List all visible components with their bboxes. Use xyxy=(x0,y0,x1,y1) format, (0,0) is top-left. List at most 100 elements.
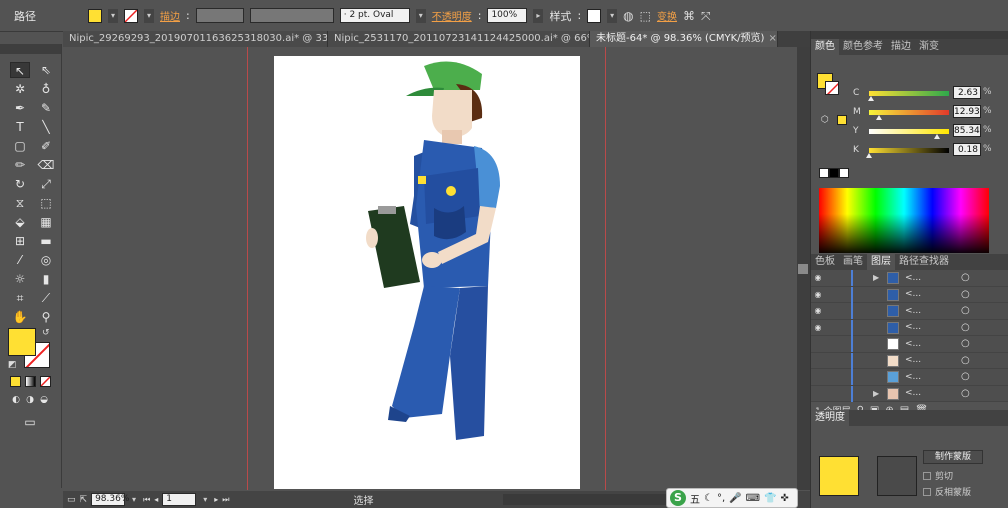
status-mode-label[interactable]: 选择 xyxy=(354,492,374,507)
layer-name[interactable]: <... xyxy=(905,289,921,299)
slider-handle-icon[interactable] xyxy=(868,96,875,101)
target-circle-icon[interactable]: ○ xyxy=(961,305,970,316)
tab-color[interactable]: 颜色 xyxy=(811,39,839,55)
tab-document-1[interactable]: Nipic_29269293_20190701163625318030.ai* … xyxy=(63,31,328,47)
keyboard-icon[interactable]: ⌨ xyxy=(746,493,760,504)
rectangle-tool-icon[interactable]: ▢ xyxy=(10,138,30,154)
layer-row[interactable]: <... ○ xyxy=(811,369,1008,386)
layer-row[interactable]: ◉ <... ○ xyxy=(811,319,1008,336)
clip-checkbox[interactable] xyxy=(923,472,931,480)
layer-name[interactable]: <... xyxy=(905,322,921,332)
toolbox-header[interactable] xyxy=(0,44,61,54)
layer-row[interactable]: ▶ <... ○ xyxy=(811,385,1008,402)
layer-name[interactable]: <... xyxy=(905,273,921,283)
width-tool-icon[interactable]: ⧖ xyxy=(10,195,30,211)
opacity-field[interactable]: 100% xyxy=(487,8,528,23)
fill-dropdown[interactable]: ▾ xyxy=(108,8,118,23)
tab-stroke[interactable]: 描边 xyxy=(887,39,915,55)
vertical-scroll-thumb[interactable] xyxy=(798,264,808,274)
layer-name[interactable]: <... xyxy=(905,306,921,316)
curvature-tool-icon[interactable]: ✎ xyxy=(36,100,56,116)
tab-layers[interactable]: 图层 xyxy=(867,254,895,270)
layer-name[interactable]: <... xyxy=(905,339,921,349)
free-transform-tool-icon[interactable]: ⬚ xyxy=(36,195,56,211)
visibility-eye-icon[interactable]: ◉ xyxy=(811,323,825,332)
color-spectrum[interactable] xyxy=(819,188,989,253)
ime-mode-label[interactable]: 五 xyxy=(690,491,700,506)
moon-icon[interactable]: ☾ xyxy=(704,493,713,504)
tools-icon[interactable]: ✜ xyxy=(781,493,789,504)
target-circle-icon[interactable]: ○ xyxy=(961,388,970,399)
mic-icon[interactable]: 🎤 xyxy=(729,493,741,504)
stroke-swatch[interactable] xyxy=(124,8,138,23)
default-colors-icon[interactable]: ◩ xyxy=(8,360,17,370)
none-mode-icon[interactable] xyxy=(40,376,51,387)
tab-document-active[interactable]: 未标题-64* @ 98.36% (CMYK/预览) × xyxy=(590,31,778,47)
target-circle-icon[interactable]: ○ xyxy=(961,322,970,333)
scale-tool-icon[interactable]: ⤢ xyxy=(36,176,56,192)
variable-width-field[interactable] xyxy=(249,8,334,23)
stroke-label[interactable]: 描边 xyxy=(160,8,180,23)
type-tool-icon[interactable]: T xyxy=(10,119,30,135)
channel-value-field[interactable]: 0.18 xyxy=(953,143,981,156)
perspective-grid-tool-icon[interactable]: ▦ xyxy=(36,214,56,230)
vertical-scrollbar[interactable] xyxy=(797,47,810,490)
hand-tool-icon[interactable]: ✋ xyxy=(10,309,30,325)
tab-swatches[interactable]: 色板 xyxy=(811,254,839,270)
none-color-icon[interactable] xyxy=(819,168,829,178)
target-circle-icon[interactable]: ○ xyxy=(961,371,970,382)
blend-tool-icon[interactable]: ◎ xyxy=(36,252,56,268)
eyedropper-tool-icon[interactable]: ⁄ xyxy=(10,252,30,268)
expand-arrow-icon[interactable]: ▶ xyxy=(873,273,879,282)
tab-pathfinder[interactable]: 路径查找器 xyxy=(895,254,953,270)
channel-value-field[interactable]: 85.34 xyxy=(953,124,981,137)
draw-normal-icon[interactable]: ◐ xyxy=(10,394,22,406)
last-page-icon[interactable]: ⏭ xyxy=(222,493,229,507)
zoom-dropdown[interactable]: ▾ xyxy=(129,493,140,506)
share-icon[interactable]: ⇱ xyxy=(80,493,88,507)
swap-icon[interactable]: ↺ xyxy=(42,328,50,338)
tab-document-2[interactable]: Nipic_2531170_20110723141124425000.ai* @… xyxy=(328,31,590,47)
stroke-dropdown[interactable]: ▾ xyxy=(144,8,154,23)
screen-mode-icon[interactable]: ▭ xyxy=(20,414,40,430)
zoom-tool-icon[interactable]: ⚲ xyxy=(36,309,56,325)
selection-tool-icon[interactable]: ↖ xyxy=(10,62,30,78)
artboard-tool-icon[interactable]: ⌗ xyxy=(10,290,30,306)
channel-value-field[interactable]: 12.93 xyxy=(953,105,981,118)
recolor-icon[interactable]: ◍ xyxy=(623,9,633,23)
isolate-icon[interactable]: ⌘ xyxy=(683,9,695,23)
tab-color-guide[interactable]: 颜色参考 xyxy=(839,39,887,55)
expand-arrow-icon[interactable]: ▶ xyxy=(873,389,879,398)
target-circle-icon[interactable]: ○ xyxy=(961,272,970,283)
symbol-sprayer-tool-icon[interactable]: ☼ xyxy=(10,271,30,287)
pencil-tool-icon[interactable]: ✏ xyxy=(10,157,30,173)
visibility-eye-icon[interactable]: ◉ xyxy=(811,273,825,282)
transform-label[interactable]: 变换 xyxy=(657,8,677,23)
slice-tool-icon[interactable]: ⟋ xyxy=(36,290,56,306)
draw-inside-icon[interactable]: ◒ xyxy=(38,394,50,406)
pen-tool-icon[interactable]: ✒ xyxy=(10,100,30,116)
draw-behind-icon[interactable]: ◑ xyxy=(24,394,36,406)
column-graph-tool-icon[interactable]: ▮ xyxy=(36,271,56,287)
style-dropdown[interactable]: ▾ xyxy=(607,8,618,23)
lasso-tool-icon[interactable]: ♁ xyxy=(36,81,56,97)
paintbrush-tool-icon[interactable]: ✐ xyxy=(36,138,56,154)
ime-logo-icon[interactable]: S xyxy=(670,490,686,506)
page-dropdown[interactable]: ▾ xyxy=(200,493,211,506)
stroke-weight-field[interactable] xyxy=(195,8,244,23)
next-page-icon[interactable]: ▸ xyxy=(214,493,218,507)
worker-illustration[interactable] xyxy=(274,56,580,489)
page-field[interactable]: 1 xyxy=(162,493,197,506)
gradient-tool-icon[interactable]: ▬ xyxy=(36,233,56,249)
canvas-area[interactable] xyxy=(63,47,797,490)
target-circle-icon[interactable]: ○ xyxy=(961,338,970,349)
align-icon[interactable]: ⬚ xyxy=(640,9,651,23)
brush-definition-field[interactable]: · 2 pt. Oval xyxy=(339,8,410,23)
transparency-thumbnail[interactable] xyxy=(819,456,859,496)
white-color-icon[interactable] xyxy=(839,168,849,178)
channel-slider[interactable] xyxy=(866,148,949,158)
color-mode-icon[interactable] xyxy=(10,376,21,387)
arrange-icon[interactable]: ⤧ xyxy=(701,9,711,23)
channel-slider[interactable] xyxy=(869,110,949,120)
fill-swatch[interactable] xyxy=(88,8,102,23)
